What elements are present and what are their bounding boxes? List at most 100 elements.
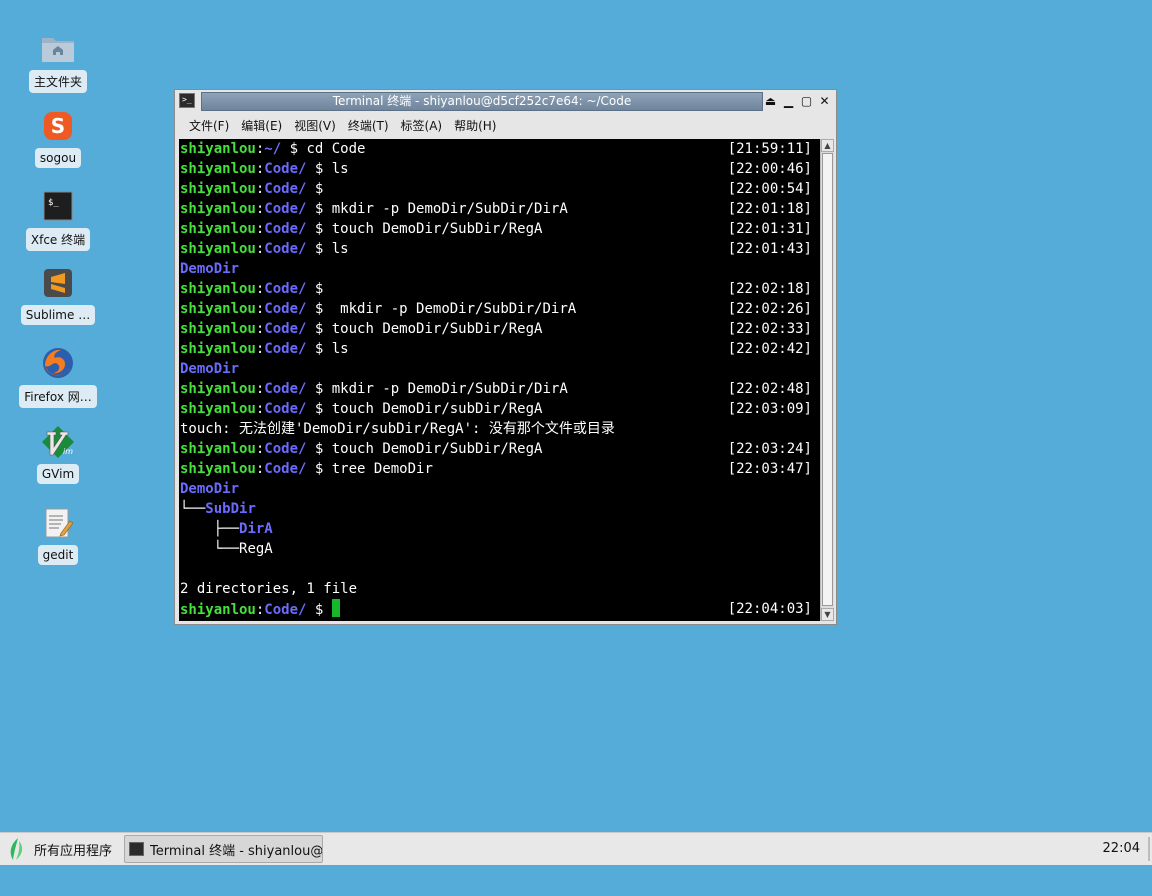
menu-file[interactable]: 文件(F) <box>183 117 235 134</box>
terminal-cursor <box>331 599 340 617</box>
prompt-symbol: $ <box>306 602 332 618</box>
directory-name: DemoDir <box>180 481 240 497</box>
desktop-icon-gedit[interactable]: gedit <box>18 505 98 565</box>
shade-icon[interactable]: ⏏ <box>763 93 778 108</box>
terminal-line: shiyanlou:Code/ $ mkdir -p DemoDir/SubDi… <box>179 299 820 319</box>
menu-help[interactable]: 帮助(H) <box>448 117 502 134</box>
scroll-thumb[interactable] <box>822 153 833 606</box>
command-text: mkdir -p DemoDir/SubDir/DirA <box>331 381 568 397</box>
taskbar-item-terminal[interactable]: Terminal 终端 - shiyanlou@… <box>124 835 323 863</box>
menu-bar: 文件(F) 编辑(E) 视图(V) 终端(T) 标签(A) 帮助(H) <box>175 113 836 138</box>
desktop-icon-home-folder[interactable]: 主文件夹 <box>18 30 98 93</box>
prompt-user: shiyanlou <box>180 201 256 217</box>
timestamp: [21:59:11] <box>727 141 812 157</box>
command-text: touch DemoDir/subDir/RegA <box>331 401 543 417</box>
prompt-user: shiyanlou <box>180 401 256 417</box>
terminal-line: shiyanlou:Code/ $ [22:02:18] <box>179 279 820 299</box>
scroll-down-icon[interactable]: ▼ <box>821 608 834 621</box>
terminal-line: 2 directories, 1 file <box>179 579 820 599</box>
clock[interactable]: 22:04 <box>1103 841 1140 856</box>
desktop-icon-label: Xfce 终端 <box>25 228 91 251</box>
prompt-path: Code/ <box>264 241 307 257</box>
prompt-user: shiyanlou <box>180 602 256 618</box>
desktop-icon-firefox[interactable]: Firefox 网… <box>18 345 98 408</box>
prompt-path: Code/ <box>264 401 307 417</box>
timestamp: [22:00:54] <box>727 181 812 197</box>
menu-tabs[interactable]: 标签(A) <box>395 117 449 134</box>
terminal-line: shiyanlou:Code/ $ ls [22:00:46] <box>179 159 820 179</box>
desktop-icon-gvim[interactable]: im GVim <box>18 424 98 484</box>
prompt-user: shiyanlou <box>180 181 256 197</box>
terminal-icon: $_ <box>40 188 76 224</box>
command-text: mkdir -p DemoDir/SubDir/DirA <box>331 201 568 217</box>
terminal-line: shiyanlou:Code/ $ tree DemoDir [22:03:47] <box>179 459 820 479</box>
applications-menu-button[interactable]: 所有应用程序 <box>6 836 120 862</box>
timestamp: [22:00:46] <box>727 161 812 177</box>
timestamp: [22:01:43] <box>727 241 812 257</box>
terminal-line: DemoDir <box>179 479 820 499</box>
terminal-line: shiyanlou:Code/ $ [22:04:03] <box>179 599 820 619</box>
output-text: touch: 无法创建'DemoDir/subDir/RegA': 没有那个文件… <box>180 421 615 437</box>
terminal-line: shiyanlou:Code/ $ touch DemoDir/SubDir/R… <box>179 319 820 339</box>
desktop-icon-label: Firefox 网… <box>19 385 97 408</box>
svg-text:S: S <box>51 114 65 138</box>
terminal-line: shiyanlou:Code/ $ mkdir -p DemoDir/SubDi… <box>179 379 820 399</box>
terminal-line: shiyanlou:Code/ $ [22:00:54] <box>179 179 820 199</box>
prompt-user: shiyanlou <box>180 461 256 477</box>
prompt-path: Code/ <box>264 201 307 217</box>
terminal-line: shiyanlou:Code/ $ ls [22:02:42] <box>179 339 820 359</box>
prompt-path: Code/ <box>264 341 307 357</box>
prompt-path: Code/ <box>264 381 307 397</box>
terminal-line: └──RegA <box>179 539 820 559</box>
terminal-output[interactable]: shiyanlou:~/ $ cd Code [21:59:11] shiyanlo… <box>179 139 820 621</box>
taskbar-item-label: Terminal 终端 - shiyanlou@… <box>150 843 323 859</box>
prompt-symbol: $ <box>306 281 332 297</box>
prompt-symbol: $ <box>306 441 332 457</box>
prompt-path: Code/ <box>264 441 307 457</box>
desktop-icon-xfce-terminal[interactable]: $_ Xfce 终端 <box>18 188 98 251</box>
directory-name: DemoDir <box>180 361 240 377</box>
firefox-icon <box>40 345 76 381</box>
gedit-icon <box>40 505 76 541</box>
tree-branch: └── <box>180 501 206 517</box>
prompt-user: shiyanlou <box>180 381 256 397</box>
timestamp: [22:01:18] <box>727 201 812 217</box>
close-button[interactable]: ✕ <box>817 93 832 108</box>
terminal-icon[interactable]: >_ <box>179 93 195 108</box>
prompt-symbol: $ <box>306 461 332 477</box>
terminal-line: shiyanlou:Code/ $ touch DemoDir/SubDir/R… <box>179 439 820 459</box>
command-text: touch DemoDir/SubDir/RegA <box>331 441 543 457</box>
prompt-symbol: $ <box>306 241 332 257</box>
prompt-symbol: $ <box>306 181 332 197</box>
timestamp: [22:02:18] <box>727 281 812 297</box>
desktop-icon-label: 主文件夹 <box>28 70 87 93</box>
maximize-button[interactable]: ▢ <box>799 93 814 108</box>
scroll-up-icon[interactable]: ▲ <box>821 139 834 152</box>
prompt-symbol: $ <box>306 301 332 317</box>
menu-view[interactable]: 视图(V) <box>288 117 342 134</box>
scrollbar[interactable]: ▲ ▼ <box>820 139 834 621</box>
terminal-line: touch: 无法创建'DemoDir/subDir/RegA': 没有那个文件… <box>179 419 820 439</box>
prompt-symbol: $ <box>306 221 332 237</box>
menu-terminal[interactable]: 终端(T) <box>342 117 395 134</box>
window-title: Terminal 终端 - shiyanlou@d5cf252c7e64: ~/… <box>201 92 763 111</box>
timestamp: [22:03:47] <box>727 461 812 477</box>
menu-edit[interactable]: 编辑(E) <box>235 117 288 134</box>
title-bar[interactable]: >_ Terminal 终端 - shiyanlou@d5cf252c7e64:… <box>175 90 836 112</box>
directory-name: SubDir <box>205 501 256 517</box>
gvim-icon: im <box>40 424 76 460</box>
prompt-symbol: $ <box>306 401 332 417</box>
prompt-user: shiyanlou <box>180 281 256 297</box>
minimize-button[interactable]: ▁ <box>781 93 796 108</box>
prompt-user: shiyanlou <box>180 301 256 317</box>
desktop-icon-sogou[interactable]: Ssogou <box>18 108 98 168</box>
prompt-path: Code/ <box>264 461 307 477</box>
desktop-icon-sublime[interactable]: Sublime … <box>18 265 98 325</box>
timestamp: [22:02:33] <box>727 321 812 337</box>
directory-name: DirA <box>239 521 273 537</box>
taskbar: 所有应用程序 Terminal 终端 - shiyanlou@… 22:04 <box>0 832 1152 865</box>
desktop-icon-label: Sublime … <box>20 305 96 325</box>
desktop-icon-label: GVim <box>36 464 80 484</box>
applications-label: 所有应用程序 <box>34 843 113 859</box>
